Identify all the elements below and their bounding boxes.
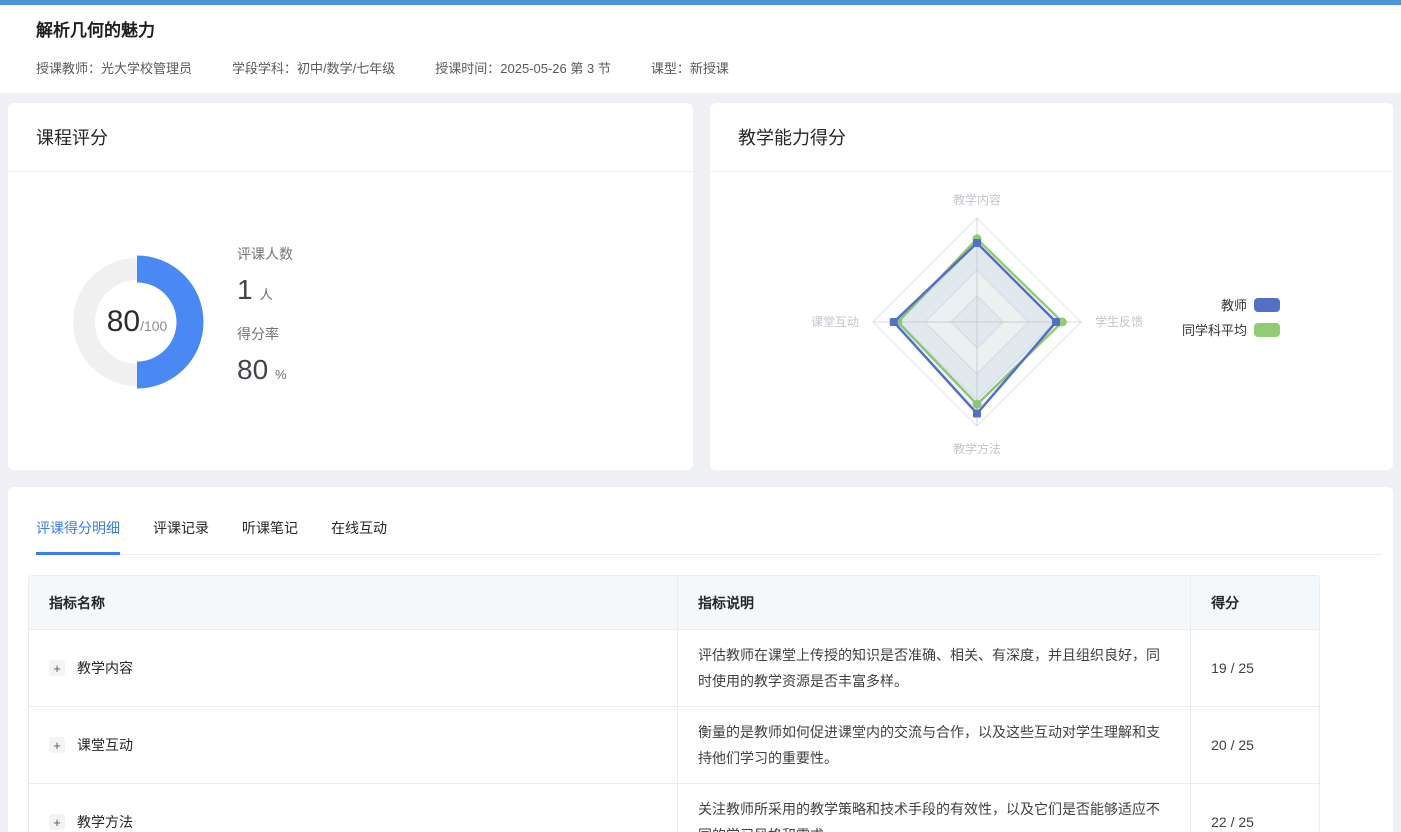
page-title: 解析几何的魅力 [36, 18, 1365, 44]
legend-teacher-swatch [1254, 298, 1280, 312]
tab-3[interactable]: 在线互动 [331, 518, 387, 555]
course-score-card: 课程评分 80 /100 评课人数 1 人 得分率 80 % [8, 103, 693, 470]
gauge-score-value: 80 [107, 305, 140, 339]
indicator-description: 关注教师所采用的教学策略和技术手段的有效性，以及它们是否能够适应不同的学习风格和… [698, 796, 1170, 832]
radar-axis-label-top: 教学内容 [953, 192, 1001, 207]
score-rate-label: 得分率 [237, 324, 293, 344]
table-row-1: + 课堂互动 衡量的是教师如何促进课堂内的交流与合作，以及这些互动对学生理解和支持他… [29, 707, 1319, 784]
tab-bar: 评课得分明细评课记录听课笔记在线互动 [36, 487, 1382, 555]
table-row-0: + 教学内容 评估教师在课堂上传授的知识是否准确、相关、有深度，并且组织良好，同时使… [29, 630, 1319, 707]
score-stats: 评课人数 1 人 得分率 80 % [237, 244, 293, 404]
teaching-radar-chart: 教学内容 学生反馈 教学方法 课堂互动 [710, 172, 1393, 469]
reviewer-count-value: 1 [237, 274, 253, 306]
score-rate-value: 80 [237, 354, 268, 386]
expand-row-button[interactable]: + [49, 814, 65, 830]
radar-axis-label-bottom: 教学方法 [953, 441, 1001, 456]
column-header-indicator-desc: 指标说明 [677, 576, 1190, 630]
expand-row-button[interactable]: + [49, 737, 65, 753]
radar-axis-label-left: 课堂互动 [811, 315, 859, 329]
teaching-ability-card-title: 教学能力得分 [738, 128, 846, 148]
indicator-score: 22 / 25 [1190, 784, 1319, 832]
course-meta-row: 授课教师：光大学校管理员 学段学科：初中/数学/七年级 授课时间：2025-05… [36, 59, 1365, 78]
indicator-name: 教学内容 [77, 658, 133, 678]
table-row-2: + 教学方法 关注教师所采用的教学策略和技术手段的有效性，以及它们是否能够适应不同的… [29, 784, 1319, 832]
teaching-ability-card-header: 教学能力得分 [710, 103, 1393, 172]
table-header-row: 指标名称 指标说明 得分 [29, 576, 1319, 630]
course-score-card-header: 课程评分 [8, 103, 693, 172]
meta-teacher: 授课教师：光大学校管理员 [36, 59, 192, 78]
evaluation-detail-card: 评课得分明细评课记录听课笔记在线互动 指标名称 指标说明 得分 + 教学内容 评估教… [8, 487, 1393, 832]
indicator-name: 教学方法 [77, 812, 133, 832]
tab-2[interactable]: 听课笔记 [242, 518, 298, 555]
indicator-description: 衡量的是教师如何促进课堂内的交流与合作，以及这些互动对学生理解和支持他们学习的重… [698, 719, 1170, 771]
column-header-indicator-name: 指标名称 [29, 576, 677, 630]
indicator-score: 20 / 25 [1190, 707, 1319, 784]
indicator-score: 19 / 25 [1190, 630, 1319, 707]
legend-item-subject-average[interactable]: 同学科平均 [1090, 322, 1280, 337]
meta-time: 授课时间：2025-05-26 第 3 节 [435, 59, 611, 78]
legend-teacher-label: 教师 [1221, 295, 1247, 314]
score-rate-unit: % [275, 367, 287, 382]
reviewer-count-label: 评课人数 [237, 244, 293, 264]
meta-type: 课型：新授课 [651, 59, 729, 78]
expand-row-button[interactable]: + [49, 660, 65, 676]
meta-subject: 学段学科：初中/数学/七年级 [232, 59, 395, 78]
indicator-description: 评估教师在课堂上传授的知识是否准确、相关、有深度，并且组织良好，同时使用的教学资… [698, 642, 1170, 694]
indicator-score-table: 指标名称 指标说明 得分 + 教学内容 评估教师在课堂上传授的知识是否准确、相关、有… [28, 575, 1320, 832]
page-header: 解析几何的魅力 授课教师：光大学校管理员 学段学科：初中/数学/七年级 授课时间… [0, 5, 1401, 93]
tab-1[interactable]: 评课记录 [153, 518, 209, 555]
gauge-center-text: 80 /100 [107, 305, 168, 339]
indicator-name: 课堂互动 [77, 735, 133, 755]
course-score-card-title: 课程评分 [36, 128, 108, 148]
teaching-ability-card: 教学能力得分 教学内容 学生反馈 教学方法 课堂互动 教师 同学科平均 [710, 103, 1393, 470]
reviewer-count-unit: 人 [260, 284, 273, 303]
gauge-score-max: /100 [140, 318, 167, 334]
legend-average-swatch [1254, 323, 1280, 337]
legend-item-teacher[interactable]: 教师 [1090, 297, 1280, 312]
radar-legend: 教师 同学科平均 [1090, 297, 1280, 347]
legend-average-label: 同学科平均 [1182, 320, 1247, 339]
tab-0[interactable]: 评课得分明细 [36, 518, 120, 555]
column-header-score: 得分 [1190, 576, 1319, 630]
